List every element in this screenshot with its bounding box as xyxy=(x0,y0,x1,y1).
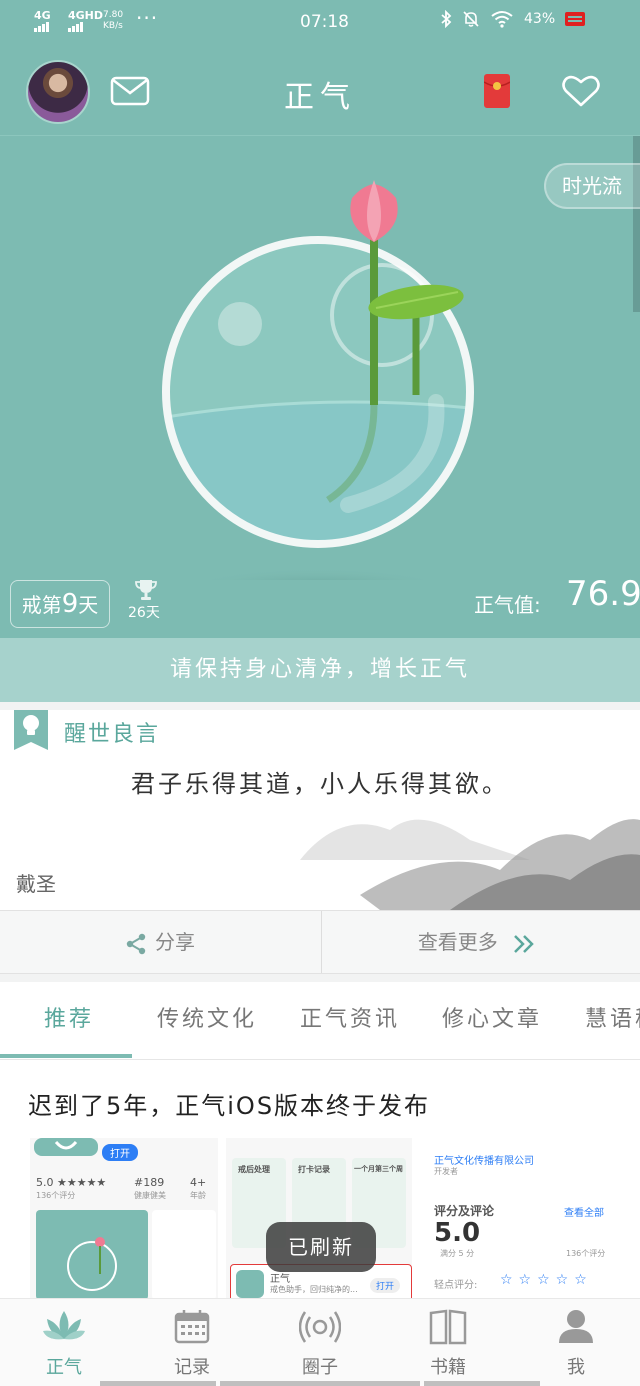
double-chevron-right-icon xyxy=(514,934,534,953)
app-icon xyxy=(236,1270,264,1298)
more-notifications-icon: ··· xyxy=(136,6,159,30)
app-header: 正气 xyxy=(0,48,640,136)
lotus-icon xyxy=(43,1311,85,1340)
best-record: 26天 xyxy=(128,605,160,621)
tab-traditional-culture[interactable]: 传统文化 xyxy=(157,982,257,1058)
gesture-bar-segment xyxy=(424,1381,540,1386)
article-image-1[interactable]: 打开 5.0 ★★★★★ #189 4+ 136个评分 健康健美 年龄 xyxy=(30,1138,218,1300)
article-image-3[interactable]: 正气文化传播有限公司 开发者 评分及评论 查看全部 5.0 满分 5 分 136… xyxy=(420,1138,610,1300)
lightbulb-icon xyxy=(14,710,48,750)
time-flow-button[interactable]: 时光流 xyxy=(544,163,640,209)
nav-circle[interactable]: 圈子 xyxy=(256,1299,384,1386)
battery-icon xyxy=(565,12,586,26)
bottom-navigation: 正气 记录 圈子 书籍 我 xyxy=(0,1298,640,1386)
quote-actions: 分享 查看更多 xyxy=(0,910,640,974)
share-button[interactable]: 分享 xyxy=(0,911,320,973)
share-icon xyxy=(126,933,146,954)
active-tab-indicator xyxy=(0,1054,132,1058)
lotus-bowl-illustration[interactable] xyxy=(148,180,488,580)
signal-bars-1 xyxy=(34,21,50,32)
article-title[interactable]: 迟到了5年，正气iOS版本终于发布 xyxy=(28,1086,430,1121)
trophy-icon xyxy=(135,580,157,600)
nav-books[interactable]: 书籍 xyxy=(384,1299,512,1386)
status-icons: 43% xyxy=(440,10,586,28)
tab-zhengqi-news[interactable]: 正气资讯 xyxy=(300,982,400,1058)
gesture-bar-segment xyxy=(100,1381,216,1386)
zhengqi-label: 正气值: xyxy=(474,593,541,617)
nav-me[interactable]: 我 xyxy=(512,1299,640,1386)
book-icon xyxy=(429,1309,467,1345)
wifi-icon xyxy=(491,11,513,28)
broadcast-icon xyxy=(298,1311,342,1343)
quote-text: 君子乐得其道，小人乐得其欲。 xyxy=(131,770,509,798)
phone-preview-2 xyxy=(152,1210,216,1300)
quote-section-title: 醒世良言 xyxy=(64,722,161,747)
bluetooth-icon xyxy=(441,10,452,28)
status-bar: 4G 4GHD 7.80 KB/s ··· 07:18 43% xyxy=(0,0,640,48)
quote-card: 醒世良言 君子乐得其道，小人乐得其欲。 戴圣 xyxy=(0,710,640,910)
battery-percent: 43% xyxy=(524,11,556,27)
article-image-2[interactable]: 戒后处理 打卡记录 一个月第三个周 正气 戒色助手，回归纯净的... 打开 xyxy=(226,1138,412,1300)
tab-recommend[interactable]: 推荐 xyxy=(44,982,94,1058)
heart-icon[interactable] xyxy=(562,74,600,108)
nav-zhengqi[interactable]: 正气 xyxy=(0,1299,128,1386)
tab-mind-articles[interactable]: 修心文章 xyxy=(442,982,542,1058)
mute-icon xyxy=(463,11,479,27)
red-packet-icon[interactable] xyxy=(484,74,510,108)
rating-stars: ☆☆☆☆☆ xyxy=(500,1272,593,1288)
mini-bowl-icon xyxy=(67,1237,117,1291)
network-speed: 7.80 KB/s xyxy=(103,10,124,31)
nav-record[interactable]: 记录 xyxy=(128,1299,256,1386)
page-title: 正气 xyxy=(284,80,356,115)
refresh-toast: 已刷新 xyxy=(266,1222,376,1272)
quote-author: 戴圣 xyxy=(16,872,56,896)
category-tabs: 推荐 传统文化 正气资讯 修心文章 慧语移 xyxy=(0,982,640,1060)
view-more-button[interactable]: 查看更多 xyxy=(321,911,640,973)
app-logo-icon xyxy=(34,1138,98,1156)
slogan-banner: 请保持身心清净，增长正气 xyxy=(0,638,640,702)
streak-days-badge[interactable]: 戒第9天 xyxy=(10,580,110,628)
calendar-icon xyxy=(174,1310,210,1344)
gesture-bar[interactable] xyxy=(220,1381,420,1386)
network-indicator-2: 4GHD xyxy=(68,10,103,32)
clock: 07:18 xyxy=(300,12,349,32)
ink-mountains-image xyxy=(300,819,640,910)
user-icon xyxy=(559,1310,593,1343)
zhengqi-value: 76.9 xyxy=(566,574,640,614)
network-indicator: 4G xyxy=(34,10,51,32)
tab-wisdom[interactable]: 慧语移 xyxy=(585,982,640,1058)
signal-bars-2 xyxy=(68,21,84,32)
